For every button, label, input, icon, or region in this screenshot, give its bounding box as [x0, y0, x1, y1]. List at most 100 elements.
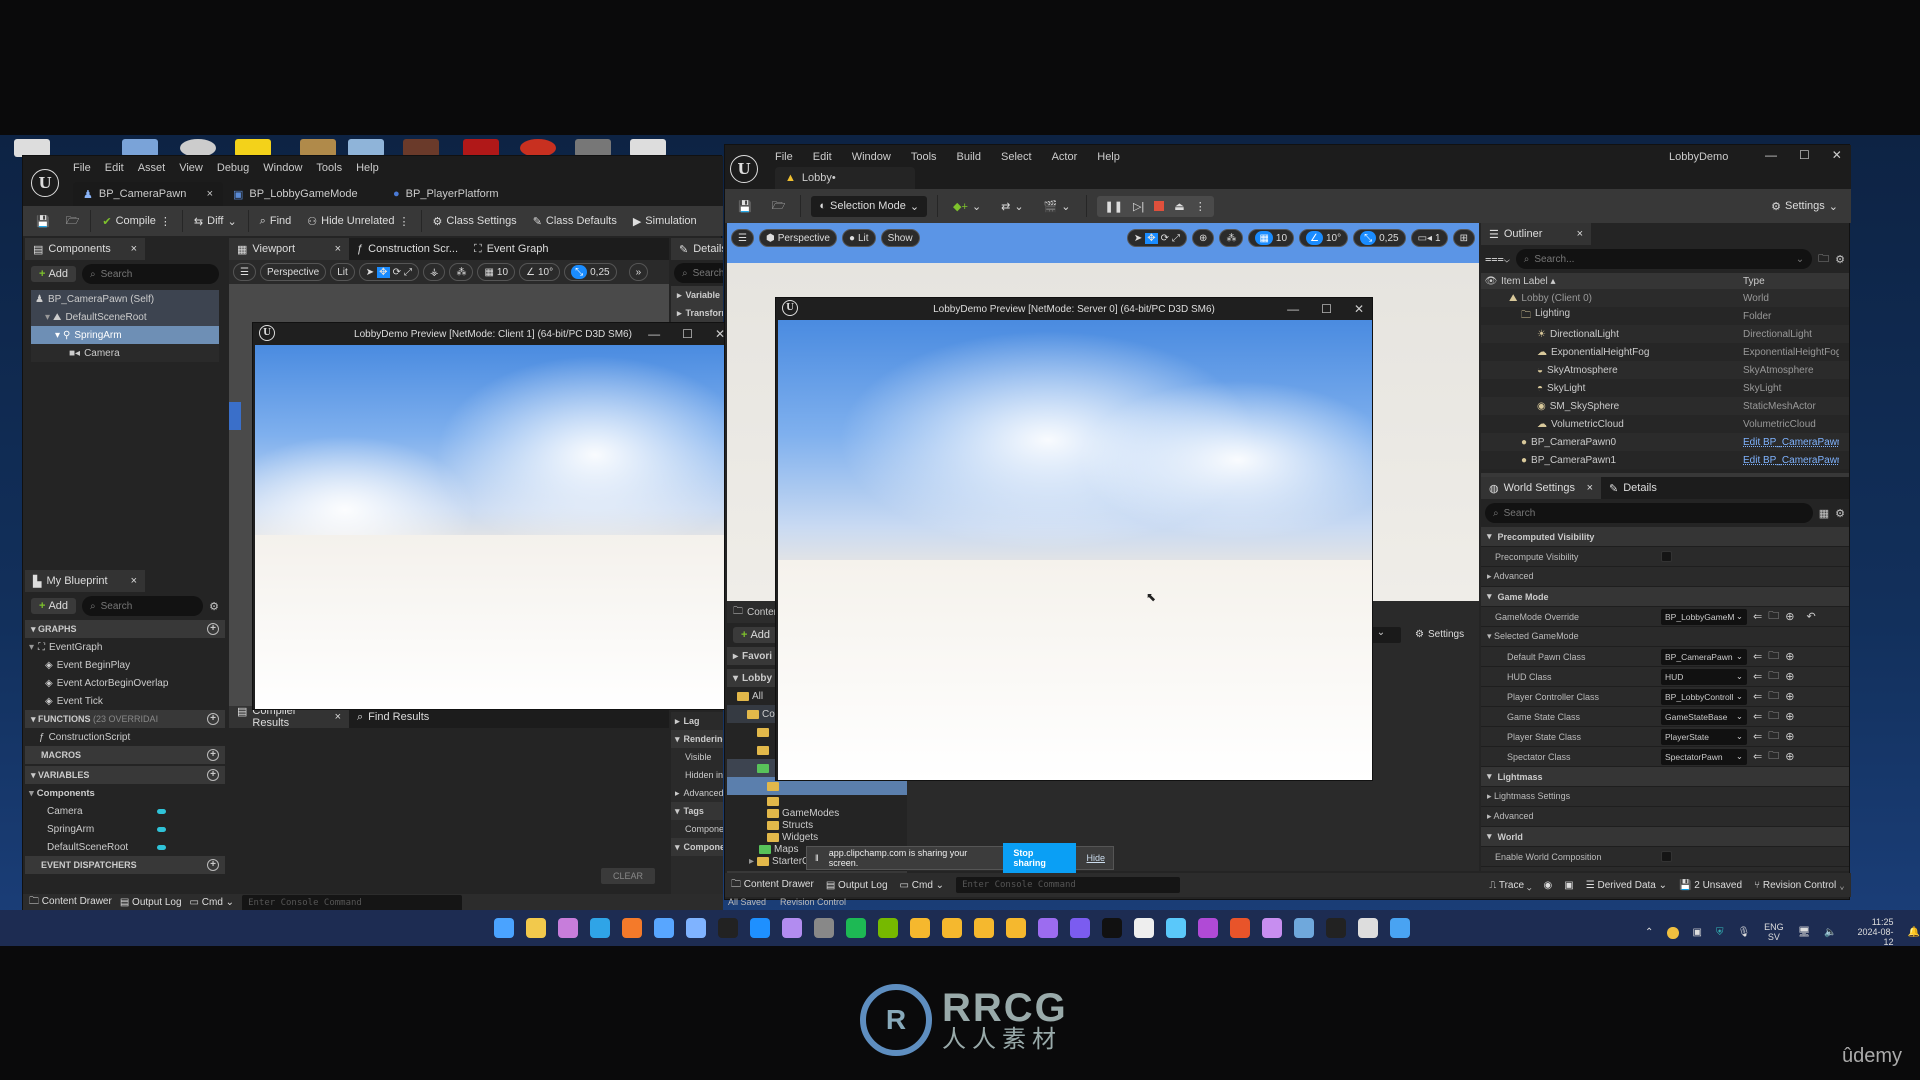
lit-button[interactable]: ● Lit	[841, 229, 876, 247]
property-row[interactable]: ▸ Advanced	[1481, 807, 1849, 827]
variable-item[interactable]: Camera	[25, 802, 225, 820]
components-search-input[interactable]: ⌕ Search	[82, 264, 219, 284]
add-folder-icon[interactable]: 🗀	[1818, 250, 1829, 269]
class-settings-button[interactable]: ⚙ Class Settings	[428, 213, 522, 230]
graphs-section-header[interactable]: ▾ GRAPHS +	[25, 620, 225, 638]
add-variable-icon[interactable]: +	[207, 769, 219, 781]
scale-icon[interactable]: ⤢	[404, 267, 412, 278]
menu-build[interactable]: Build	[957, 151, 981, 163]
rotation-snap-button[interactable]: ∠ 10°	[1299, 229, 1349, 247]
perspective-button[interactable]: ⬢ Perspective	[758, 229, 837, 247]
server-game-view[interactable]: ⬉	[778, 320, 1372, 780]
network-icon[interactable]: 🖥	[1798, 927, 1811, 938]
filter-icon[interactable]: ⩶⌄	[1485, 253, 1510, 266]
more-options-icon[interactable]: »	[628, 263, 649, 281]
tab-bp-camerapawn[interactable]: ♟ BP_CameraPawn ×	[73, 182, 223, 206]
tab-construction-script[interactable]: ƒ Construction Scr...	[349, 238, 466, 260]
chevron-down-icon[interactable]: ⌄	[1796, 254, 1804, 265]
menu-debug[interactable]: Debug	[217, 162, 249, 174]
taskbar-app-icon[interactable]	[1038, 918, 1058, 938]
clock[interactable]: 11:25 2024-08-12	[1851, 917, 1894, 948]
close-icon[interactable]: ✕	[1832, 148, 1842, 162]
tab-bp-lobbygamemode[interactable]: ▣ BP_LobbyGameMode	[223, 182, 383, 206]
tab-event-graph[interactable]: ⛶ Event Graph	[466, 238, 557, 260]
menu-tools[interactable]: Tools	[316, 162, 342, 174]
menu-tools[interactable]: Tools	[911, 151, 937, 163]
details-search-input[interactable]: ⌕ Search	[674, 263, 723, 283]
taskbar-app-icon[interactable]	[1390, 918, 1410, 938]
use-selected-icon[interactable]: ⇐	[1753, 650, 1762, 663]
perspective-button[interactable]: Perspective	[259, 263, 327, 281]
section-precomputed-visibility[interactable]: ▾ Precomputed Visibility	[1481, 527, 1849, 547]
surface-snap-icon[interactable]: ⚶	[422, 263, 446, 281]
browse-icon[interactable]: 🗀	[1768, 747, 1779, 766]
actor-type[interactable]: Edit BP_CameraPawn	[1743, 437, 1839, 448]
menu-view[interactable]: View	[179, 162, 203, 174]
close-icon[interactable]: ×	[335, 711, 341, 723]
scale-snap-button[interactable]: ⤡ 0,25	[1353, 229, 1406, 247]
taskbar-app-icon[interactable]	[1006, 918, 1026, 938]
event-item[interactable]: ◈ Event BeginPlay	[25, 656, 225, 674]
property-row[interactable]: ▾ Selected GameMode	[1481, 627, 1849, 647]
live-coding-icon[interactable]: ◉	[1544, 880, 1553, 891]
expand-arrow-icon[interactable]: ▾	[29, 642, 34, 653]
taskbar-app-icon[interactable]	[1070, 918, 1090, 938]
variable-item[interactable]: SpringArm	[25, 820, 225, 838]
variable-item[interactable]: DefaultSceneRoot	[25, 838, 225, 856]
camera-speed-button[interactable]: ▭◂ 1	[1410, 229, 1448, 247]
unreal-logo-icon[interactable]: U	[730, 155, 758, 183]
tab-world-settings[interactable]: ◍ World Settings ×	[1481, 477, 1601, 499]
transform-tools[interactable]: ➤ ✥ ⟳ ⤢	[358, 263, 419, 281]
find-button[interactable]: ⌕ Find	[255, 213, 297, 230]
unsaved-button[interactable]: 💾 2 Unsaved	[1679, 880, 1742, 891]
event-item[interactable]: ◈ Event Tick	[25, 692, 225, 710]
component-tree-item[interactable]: ▾ ⛰ DefaultSceneRoot	[31, 308, 219, 326]
content-drawer-button[interactable]: 🗀 Content Drawer	[731, 877, 814, 894]
menu-window[interactable]: Window	[263, 162, 302, 174]
close-icon[interactable]: ×	[131, 243, 137, 255]
use-selected-icon[interactable]: ⇐	[1753, 610, 1762, 623]
outliner-row[interactable]: 🗀 Lighting Folder	[1481, 307, 1849, 325]
class-dropdown[interactable]: SpectatorPawn ⌄	[1661, 748, 1747, 765]
world-local-icon[interactable]: ⁂	[449, 263, 474, 281]
event-dispatchers-section-header[interactable]: EVENT DISPATCHERS +	[25, 856, 225, 874]
browse-icon[interactable]: 🗀	[1768, 687, 1779, 706]
add-graph-icon[interactable]: +	[207, 623, 219, 635]
screenshot-icon[interactable]: ▣	[1564, 880, 1573, 891]
revision-control-dropdown[interactable]: ⑂ Revision Control ⌄	[1754, 880, 1845, 891]
taskbar-app-icon[interactable]	[654, 918, 674, 938]
use-selected-icon[interactable]: ⇐	[1753, 730, 1762, 743]
property-row[interactable]: ▸ Advanced	[1481, 567, 1849, 587]
variables-section-header[interactable]: ▾ VARIABLES +	[25, 766, 225, 784]
close-icon[interactable]: ×	[335, 243, 341, 255]
menu-edit[interactable]: Edit	[813, 151, 832, 163]
menu-help[interactable]: Help	[356, 162, 379, 174]
taskbar-app-icon[interactable]	[782, 918, 802, 938]
settings-gear-icon[interactable]: ⚙	[209, 600, 219, 613]
maximize-icon[interactable]: ☐	[682, 327, 693, 341]
pause-icon[interactable]: ❚❚	[1105, 200, 1123, 213]
grid-snap-button[interactable]: ▦ 10	[1248, 229, 1295, 247]
taskbar-app-icon[interactable]	[942, 918, 962, 938]
actor-type[interactable]: Edit BP_CameraPawn	[1743, 455, 1839, 466]
outliner-row[interactable]: ☁ ExponentialHeightFog ExponentialHeightFo…	[1481, 343, 1849, 361]
section-lightmass[interactable]: ▾ Lightmass	[1481, 767, 1849, 787]
rotate-icon[interactable]: ⟳	[393, 267, 401, 278]
taskbar-app-icon[interactable]	[558, 918, 578, 938]
gamemode-override-dropdown[interactable]: BP_LobbyGameM ⌄	[1661, 608, 1747, 625]
add-icon[interactable]: ⊕	[1785, 610, 1794, 623]
settings-dropdown[interactable]: ⚙ Settings ⌄	[1766, 198, 1843, 215]
add-macro-icon[interactable]: +	[207, 749, 219, 761]
layout-icon[interactable]: ⊞	[1452, 229, 1475, 247]
use-selected-icon[interactable]: ⇐	[1753, 690, 1762, 703]
macros-section-header[interactable]: MACROS +	[25, 746, 225, 764]
menu-help[interactable]: Help	[1097, 151, 1120, 163]
blueprint-search-input[interactable]: ⌕ Search	[82, 596, 204, 616]
details-section[interactable]: ▾ Component Re	[671, 838, 723, 856]
close-icon[interactable]: ✕	[1354, 302, 1364, 316]
use-selected-icon[interactable]: ⇐	[1753, 670, 1762, 683]
taskbar-app-icon[interactable]	[1262, 918, 1282, 938]
class-dropdown[interactable]: BP_LobbyControll ⌄	[1661, 688, 1747, 705]
functions-section-header[interactable]: ▾ FUNCTIONS (23 OVERRIDAI +	[25, 710, 225, 728]
taskbar-app-icon[interactable]	[718, 918, 738, 938]
